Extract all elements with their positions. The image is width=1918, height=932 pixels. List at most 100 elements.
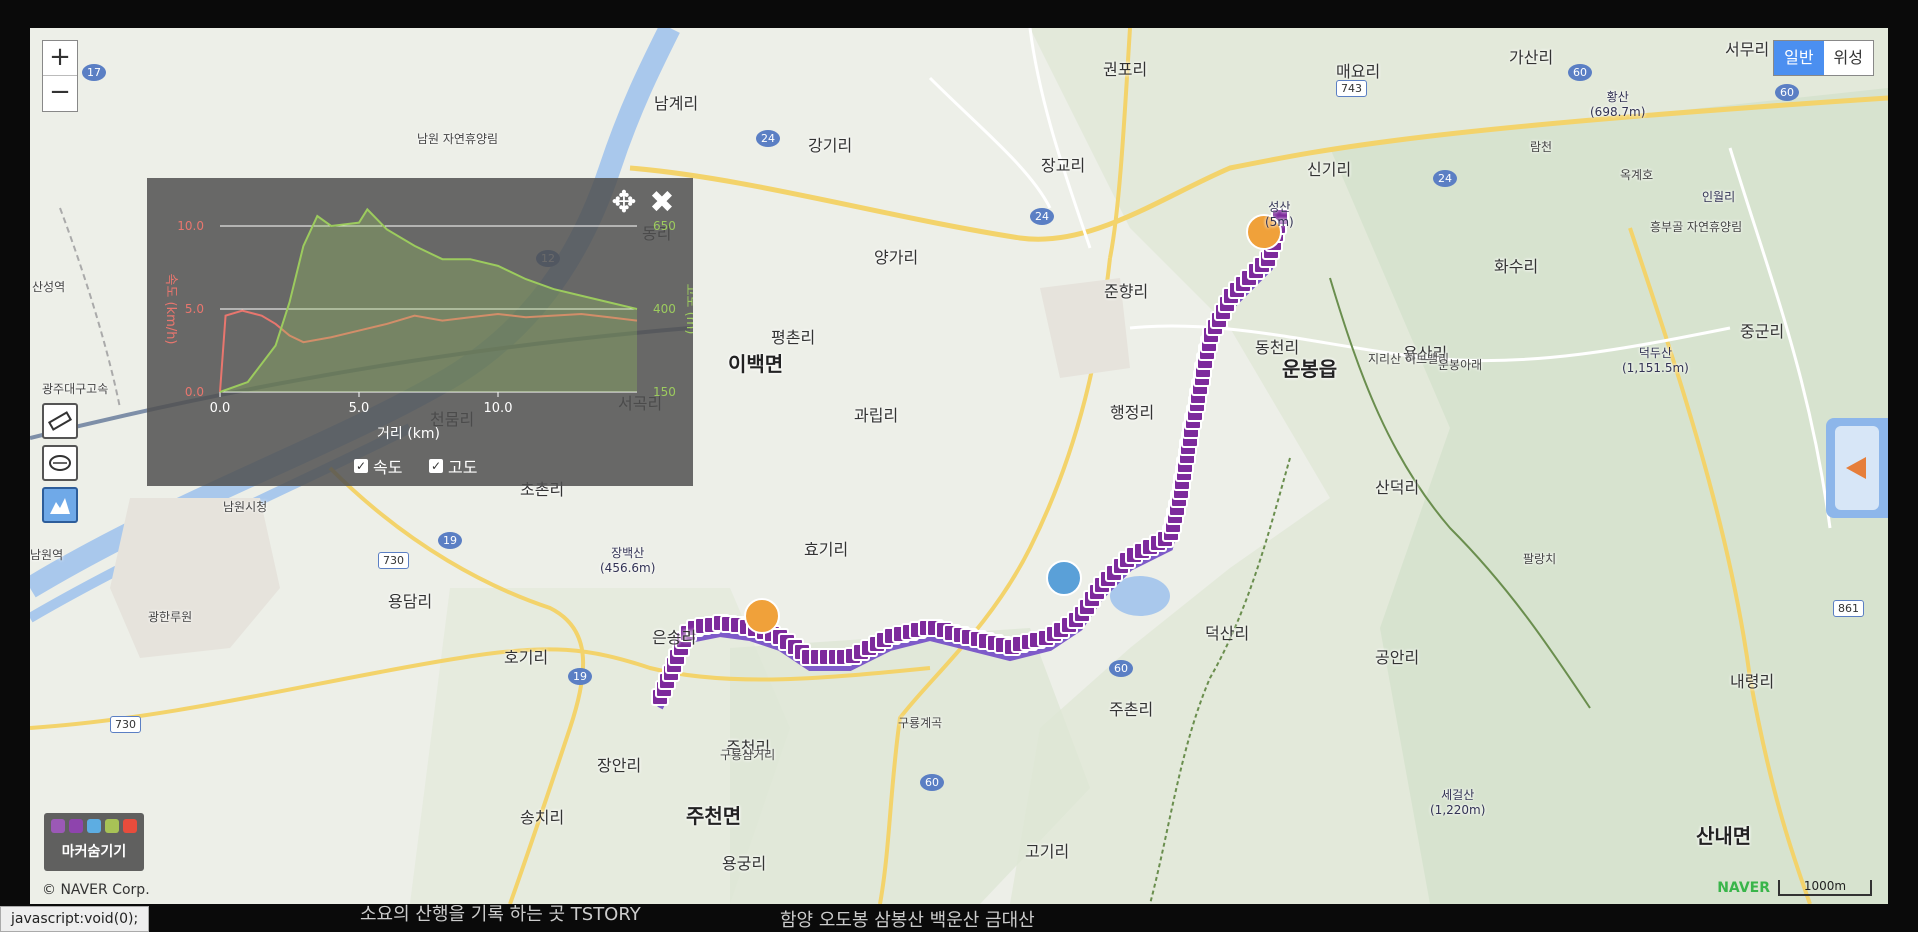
village-label: 용궁리 bbox=[722, 854, 767, 873]
tape-measure-icon bbox=[49, 455, 71, 471]
road-number-badge: 730 bbox=[378, 552, 409, 569]
poi-label: 구룡삼거리 bbox=[720, 748, 776, 762]
x-tick-label: 0.0 bbox=[210, 401, 231, 416]
naver-logo: NAVER bbox=[1717, 880, 1770, 896]
altitude-checkbox[interactable]: ✓ 고도 bbox=[429, 454, 477, 478]
x-tick-label: 5.0 bbox=[349, 401, 370, 416]
zoom-in-button[interactable]: + bbox=[43, 41, 77, 75]
note-marker-icon bbox=[105, 819, 119, 833]
altitude-checkbox-label: 고도 bbox=[448, 458, 478, 477]
village-label: 서무리 bbox=[1725, 40, 1770, 59]
poi-label: 구룡계곡 bbox=[898, 716, 943, 730]
village-label: 양가리 bbox=[874, 248, 919, 267]
village-label: 장교리 bbox=[1041, 156, 1086, 175]
hide-markers-button[interactable]: 마커숨기기 bbox=[44, 813, 144, 871]
arrow-left-icon bbox=[1846, 457, 1866, 479]
village-label: 호기리 bbox=[504, 648, 549, 667]
village-label: 과립리 bbox=[854, 406, 899, 425]
road-number-badge: 60 bbox=[1568, 64, 1592, 81]
y-left-tick-label: 0.0 bbox=[185, 385, 204, 399]
poi-label: 광주대구고속 bbox=[42, 382, 109, 396]
hide-markers-label: 마커숨기기 bbox=[61, 844, 127, 860]
browser-status-bar: javascript:void(0); bbox=[0, 906, 150, 932]
village-label: 강기리 bbox=[808, 136, 853, 155]
waypoint-marker[interactable] bbox=[1046, 560, 1082, 596]
district-label: 산내면 bbox=[1696, 824, 1752, 848]
village-label: 남계리 bbox=[654, 94, 699, 113]
poi-label: 흥부골 자연휴양림 bbox=[1650, 220, 1743, 234]
village-label: 평촌리 bbox=[771, 328, 816, 347]
y-right-tick-label: 400 bbox=[653, 302, 676, 316]
village-label: 덕산리 bbox=[1205, 624, 1250, 643]
y-right-axis-label: 고도 (m) bbox=[683, 284, 693, 335]
move-handle-icon[interactable]: ✥ bbox=[609, 188, 639, 218]
checkmark-icon: ✓ bbox=[354, 459, 368, 473]
y-left-tick-label: 5.0 bbox=[185, 302, 204, 316]
marker-type-icons bbox=[44, 819, 144, 833]
district-label: 주천면 bbox=[686, 804, 742, 828]
elevation-chart-button[interactable] bbox=[42, 487, 78, 523]
village-label: 효기리 bbox=[804, 540, 849, 559]
zoom-out-button[interactable]: − bbox=[43, 75, 77, 110]
peak-label: 인월리 bbox=[1702, 190, 1736, 204]
sound-marker-icon bbox=[123, 819, 137, 833]
area-tool-button[interactable] bbox=[42, 445, 78, 481]
map-type-satellite[interactable]: 위성 bbox=[1824, 41, 1873, 75]
poi-label: 운봉아래 bbox=[1438, 358, 1483, 372]
village-label: 화수리 bbox=[1494, 257, 1539, 276]
y-left-tick-label: 10.0 bbox=[177, 219, 204, 233]
district-label: 이백면 bbox=[728, 352, 784, 376]
peak-label: 장백산 (456.6m) bbox=[600, 546, 656, 575]
road-number-badge: 19 bbox=[568, 668, 592, 685]
peak-label: 황산 (698.7m) bbox=[1590, 90, 1646, 119]
waypoint-marker[interactable] bbox=[744, 598, 780, 634]
mountain-chart-icon bbox=[50, 498, 70, 514]
video-marker-icon bbox=[69, 819, 83, 833]
poi-label: 남원 자연휴양림 bbox=[417, 132, 499, 146]
village-label: 송치리 bbox=[520, 808, 565, 827]
road-number-badge: 24 bbox=[1030, 208, 1054, 225]
close-icon[interactable]: ✖ bbox=[647, 188, 677, 218]
road-number-badge: 60 bbox=[1775, 84, 1799, 101]
village-label: 매요리 bbox=[1336, 62, 1381, 81]
village-label: 가산리 bbox=[1509, 48, 1554, 67]
speed-checkbox[interactable]: ✓ 속도 bbox=[354, 454, 402, 478]
x-axis-label: 거리 (km) bbox=[377, 426, 440, 442]
road-number-badge: 17 bbox=[82, 64, 106, 81]
photo-marker-icon bbox=[51, 819, 65, 833]
poi-label: 팔랑치 bbox=[1523, 552, 1557, 566]
poi-label: 남원역 bbox=[30, 548, 64, 562]
road-number-badge: 730 bbox=[110, 716, 141, 733]
altitude-area bbox=[220, 209, 637, 392]
page-text-behind-2[interactable]: 함양 오도봉 삼봉산 백운산 금대산 bbox=[780, 906, 1035, 932]
road-number-badge: 60 bbox=[920, 774, 944, 791]
village-label: 공안리 bbox=[1375, 648, 1420, 667]
x-tick-label: 10.0 bbox=[484, 401, 513, 416]
zoom-control: + − bbox=[42, 40, 78, 112]
y-left-axis-label: 속도 (km/h) bbox=[163, 273, 178, 344]
village-label: 내령리 bbox=[1730, 672, 1775, 691]
map-canvas[interactable]: 이백면 운봉읍 주천면 산내면 권포리 매요리 가산리 서무리 남계리 강기리 장교리 신기리 양가리 준… bbox=[30, 28, 1888, 904]
copyright: © NAVER Corp. bbox=[42, 882, 150, 898]
road-number-badge: 861 bbox=[1833, 600, 1864, 617]
village-label: 준향리 bbox=[1104, 282, 1149, 301]
village-label: 중군리 bbox=[1740, 322, 1785, 341]
speed-checkbox-label: 속도 bbox=[373, 458, 403, 477]
window-frame: 이백면 운봉읍 주천면 산내면 권포리 매요리 가산리 서무리 남계리 강기리 장교리 신기리 양가리 준… bbox=[0, 0, 1918, 932]
ruler-tool-button[interactable] bbox=[42, 403, 78, 439]
poi-label: 지리산 허브밸리 bbox=[1368, 352, 1450, 366]
poi-label: 산성역 bbox=[32, 280, 66, 294]
pen-marker-icon bbox=[87, 819, 101, 833]
road-number-badge: 24 bbox=[1433, 170, 1457, 187]
map-type-normal[interactable]: 일반 bbox=[1774, 41, 1824, 75]
poi-label: 옥계호 bbox=[1620, 168, 1654, 182]
poi-label: 람천 bbox=[1530, 140, 1553, 154]
village-label: 용담리 bbox=[388, 592, 433, 611]
side-panel-toggle[interactable] bbox=[1826, 418, 1888, 518]
map-type-toggle: 일반 위성 bbox=[1773, 40, 1874, 76]
road-number-badge: 60 bbox=[1109, 660, 1133, 677]
village-label: 신기리 bbox=[1307, 160, 1352, 179]
speed-altitude-chart-panel: 0.0 5.0 10.0 150 400 650 0.0 5.0 10.0 거리 (km) 속도 (… bbox=[147, 178, 698, 486]
poi-label: 광한루원 bbox=[148, 610, 193, 624]
village-label: 장안리 bbox=[597, 756, 642, 775]
